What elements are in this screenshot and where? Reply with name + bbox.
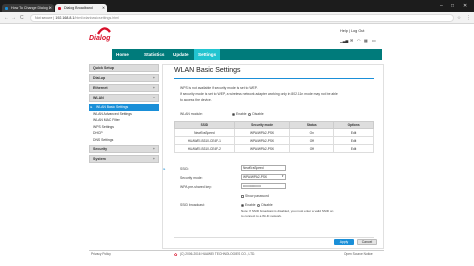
tab-title: Dialog Broadband [64, 6, 93, 10]
copyright-text: (C) 2006-2016 HUAWEI TECHNOLOGIES CO., L… [180, 252, 256, 256]
tab-close-icon[interactable]: ✕ [102, 4, 105, 12]
browser-tab[interactable]: How To Change Dialog I ✕ [2, 4, 54, 12]
star-icon[interactable]: ☆ [457, 14, 461, 22]
privacy-policy-link[interactable]: Privacy Policy [91, 251, 111, 258]
column-header: SSID [174, 121, 235, 129]
sidebar-item-system[interactable]: System + [89, 155, 159, 163]
signal-icon: ▁▃▅ [340, 39, 349, 43]
tab-favicon-icon [58, 6, 61, 10]
sidebar-subitem-dns[interactable]: DNS Settings [89, 137, 159, 144]
url-path: /html/wlanbasicsettings.html [74, 16, 120, 20]
network-icon: ▦ [364, 38, 368, 43]
minimize-icon[interactable]: – [440, 2, 443, 10]
collapse-icon: − [152, 96, 155, 100]
chevron-down-icon: ▼ [281, 175, 284, 178]
footer: Privacy Policy ✿ (C) 2006-2016 HUAWEI TE… [89, 250, 384, 257]
notice-text: WPS is not available if security mode is… [180, 86, 258, 90]
column-header: Status [289, 121, 335, 129]
tab-favicon-icon [5, 6, 8, 10]
cancel-button[interactable]: Cancel [357, 239, 377, 245]
url-input[interactable]: Not secure | 192.168.8.1/html/wlanbasics… [30, 14, 454, 22]
column-header: Options [333, 121, 374, 129]
notice-text: If security mode is set to WEP, a wirele… [180, 92, 338, 96]
ssid-input[interactable]: NewEraSpeed [241, 165, 286, 171]
form-divider [174, 237, 374, 238]
tab-close-icon[interactable]: ✕ [49, 4, 52, 12]
expand-icon: + [152, 147, 155, 151]
ssid-broadcast-label: SSID broadcast: [180, 203, 205, 207]
huawei-logo-icon: ✿ [174, 252, 178, 257]
battery-icon: ▭ [372, 38, 376, 43]
top-links: Help | Log Out [340, 29, 365, 33]
wlan-module-radio-group: Enable Disable [232, 112, 264, 116]
page-title: WLAN Basic Settings [174, 67, 241, 74]
broadcast-note: to connect to a Wi-Fi network. [241, 214, 282, 218]
logo-mark-icon [97, 27, 111, 35]
table-row: NewEraSpeed WPA/WPA2-PSK On Edit [174, 128, 374, 137]
nav-statistics[interactable]: Statistics [140, 49, 168, 60]
sidebar-item-security[interactable]: Security + [89, 145, 159, 153]
sidebar-item-dialup[interactable]: Dial-up + [89, 74, 159, 82]
help-link[interactable]: Help [340, 29, 348, 33]
apply-button[interactable]: Apply [334, 239, 354, 245]
nav-settings[interactable]: Settings [194, 49, 221, 60]
broadcast-disable-radio[interactable] [257, 203, 261, 207]
show-password-row: Show password [241, 194, 269, 198]
notice-text: to access the device. [180, 98, 212, 102]
table-row: HUAWEI-B310-CE4F-1 WPA/WPA2-PSK Off Edit [174, 136, 374, 145]
tab-title: How To Change Dialog I [11, 6, 50, 10]
menu-icon[interactable]: ⋮ [466, 14, 471, 22]
selected-ssid-arrow-icon: ► [163, 167, 166, 171]
browser-tab-active[interactable]: Dialog Broadband ✕ [55, 4, 107, 12]
wifi-icon: ◠ [357, 38, 361, 43]
wpa-key-label: WPA pre-shared key: [180, 185, 212, 189]
sidebar-item-quick-setup[interactable]: Quick Setup [89, 64, 159, 72]
security-mode-select[interactable]: WPA/WPA2-PSK ▼ [241, 174, 286, 180]
ssid-table: SSID Security mode Status Options NewEra… [174, 121, 374, 153]
broadcast-note: Note: If SSID broadcast is disabled, you… [241, 209, 334, 213]
forward-icon[interactable]: → [11, 14, 16, 22]
wlan-enable-radio[interactable] [232, 112, 235, 116]
ssid-broadcast-radio-group: Enable Disable [241, 203, 273, 207]
edit-link[interactable]: Edit [333, 128, 374, 137]
column-header: Security mode [233, 121, 291, 129]
dialog-logo: Dialog [89, 26, 115, 46]
sidebar-item-wlan[interactable]: WLAN − [89, 94, 159, 102]
reload-icon[interactable]: C [20, 14, 24, 22]
sidebar-item-ethernet[interactable]: Ethernet + [89, 84, 159, 92]
sms-icon[interactable]: ✉ [350, 38, 353, 44]
url-host: 192.168.8.1 [55, 16, 75, 20]
expand-icon: + [152, 76, 155, 80]
edit-link[interactable]: Edit [333, 144, 374, 153]
not-secure-label: Not secure [35, 16, 53, 20]
open-source-link[interactable]: Open Source Notice [344, 251, 373, 258]
broadcast-enable-radio[interactable] [241, 203, 244, 207]
maximize-icon[interactable]: □ [451, 2, 454, 10]
wlan-disable-radio[interactable] [248, 112, 252, 116]
close-window-icon[interactable]: ✕ [463, 2, 467, 10]
title-divider [174, 78, 374, 79]
logo-text: Dialog [89, 35, 111, 42]
nav-update[interactable]: Update [169, 49, 193, 60]
back-icon[interactable]: ← [4, 14, 9, 22]
ssid-label: SSID: [180, 167, 189, 171]
expand-icon: + [152, 86, 155, 90]
table-row: HUAWEI-B310-CE4F-2 WPA/WPA2-PSK Off Edit [174, 144, 374, 153]
wlan-module-label: WLAN module: [180, 112, 203, 116]
logout-link[interactable]: Log Out [351, 29, 365, 33]
edit-link[interactable]: Edit [333, 136, 374, 145]
expand-icon: + [152, 157, 155, 161]
show-password-checkbox[interactable] [241, 194, 244, 198]
security-mode-label: Security mode: [180, 176, 203, 180]
wpa-key-input[interactable]: •••••••••••••••• [241, 183, 286, 189]
sidebar: Quick Setup Dial-up + Ethernet + WLAN − ► WL… [89, 64, 159, 249]
nav-home[interactable]: Home [112, 49, 133, 60]
